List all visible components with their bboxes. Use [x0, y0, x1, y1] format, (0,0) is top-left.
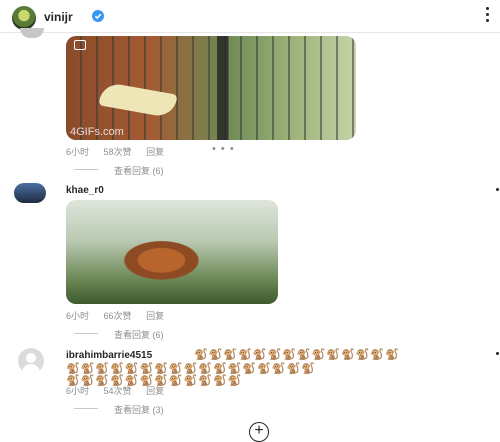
comment-more-icon[interactable]: • • • [212, 143, 235, 155]
comment-username[interactable]: khae_r0 [66, 185, 104, 196]
comment-likes[interactable]: 66次赞 [104, 311, 132, 321]
avatar-placeholder-body [22, 364, 40, 374]
comment-options-icon[interactable] [496, 188, 499, 191]
post-header: vinijr [0, 0, 500, 33]
reply-button[interactable]: 回复 [146, 311, 164, 321]
gif-content [98, 81, 178, 119]
avatar[interactable] [18, 348, 44, 374]
comment-likes[interactable]: 54次赞 [104, 386, 132, 396]
gif-watermark: 4GIFs.com [70, 126, 124, 138]
comment-gif-image[interactable] [66, 200, 278, 304]
comment-username[interactable]: ibrahimbarrie4515 [66, 350, 152, 361]
avatar[interactable] [14, 183, 46, 203]
divider [74, 333, 98, 334]
reply-button[interactable]: 回复 [146, 147, 164, 157]
comment-options-icon[interactable] [496, 352, 499, 355]
avatar[interactable] [20, 28, 44, 38]
comment-likes[interactable]: 58次赞 [104, 147, 132, 157]
comment-time: 6小时 [66, 311, 90, 321]
comment-meta: 6小时 66次赞 回复 [66, 309, 176, 322]
comment-meta: 6小时 58次赞 回复 [66, 145, 176, 158]
reply-button[interactable]: 回复 [146, 386, 164, 396]
comment-text: 🐒🐒🐒🐒🐒🐒🐒🐒🐒🐒🐒🐒🐒🐒 [194, 349, 400, 361]
comment-gif-image[interactable]: 4GIFs.com [66, 36, 356, 140]
divider [74, 408, 98, 409]
comment-time: 6小时 [66, 386, 90, 396]
gif-icon [74, 40, 86, 50]
plus-circle-icon[interactable]: + [249, 422, 269, 442]
comment-time: 6小时 [66, 147, 90, 157]
comment-meta: 6小时 54次赞 回复 [66, 384, 176, 397]
post-author-username[interactable]: vinijr [44, 10, 73, 24]
view-replies-button[interactable]: 查看回复 (6) [114, 164, 164, 177]
avatar-placeholder-head [26, 353, 36, 363]
divider [74, 169, 98, 170]
avatar[interactable] [12, 6, 36, 30]
view-replies-button[interactable]: 查看回复 (3) [114, 403, 164, 416]
more-options-icon[interactable] [484, 4, 490, 28]
view-replies-button[interactable]: 查看回复 (6) [114, 328, 164, 341]
verified-badge-icon [92, 10, 104, 22]
